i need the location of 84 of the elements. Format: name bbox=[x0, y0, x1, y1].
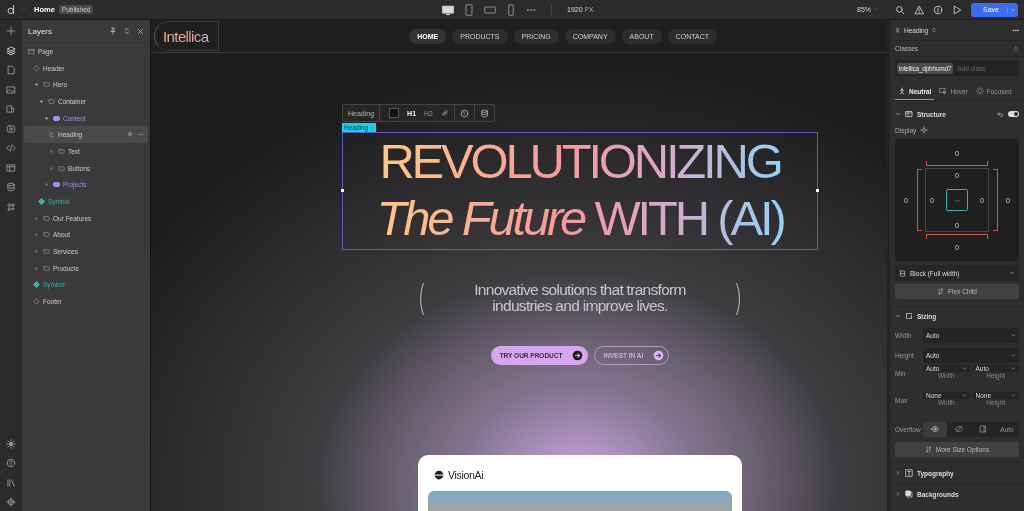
caret-icon bbox=[1011, 393, 1016, 398]
neutral-icon bbox=[898, 87, 906, 95]
info-icon[interactable] bbox=[933, 4, 944, 15]
caret-icon bbox=[1011, 352, 1016, 358]
undo-icon[interactable] bbox=[997, 110, 1004, 118]
heading-icon bbox=[48, 131, 55, 139]
margin-bracket bbox=[916, 169, 922, 231]
more-icon[interactable] bbox=[1012, 26, 1019, 34]
block-icon bbox=[899, 269, 906, 277]
resize-icon bbox=[953, 196, 961, 204]
dot-icon bbox=[127, 131, 133, 138]
arrow-circle-icon bbox=[653, 350, 665, 361]
shapes-icon[interactable] bbox=[6, 201, 16, 212]
database-icon[interactable] bbox=[480, 108, 489, 118]
panel-title: Layers bbox=[28, 26, 53, 36]
heading-icon bbox=[895, 27, 901, 33]
tablet-icon[interactable] bbox=[463, 3, 475, 16]
caret-icon bbox=[1011, 332, 1016, 338]
layout-icon[interactable] bbox=[6, 162, 16, 173]
eye-icon bbox=[931, 425, 939, 433]
bracket-text: ) bbox=[733, 278, 743, 318]
focused-icon bbox=[975, 87, 984, 95]
link-icon[interactable] bbox=[441, 109, 449, 117]
sun-icon[interactable] bbox=[6, 438, 16, 449]
layers-icon[interactable] bbox=[6, 45, 16, 56]
logo-icon[interactable] bbox=[6, 4, 17, 15]
caret-icon[interactable] bbox=[895, 313, 901, 319]
frame-icon bbox=[43, 231, 50, 239]
desktop-icon[interactable] bbox=[442, 3, 454, 16]
assets-icon[interactable] bbox=[6, 104, 16, 114]
logo-icon bbox=[434, 470, 444, 480]
caret-icon bbox=[1007, 6, 1018, 13]
caret-icon bbox=[1009, 270, 1015, 276]
color-swatch[interactable] bbox=[389, 108, 400, 118]
arrow-circle-icon bbox=[572, 350, 584, 361]
diamond-icon bbox=[33, 298, 40, 306]
diamond-icon bbox=[33, 64, 40, 72]
hover-icon bbox=[939, 87, 948, 95]
layers-icon bbox=[905, 490, 913, 498]
sizing-icon bbox=[905, 312, 913, 320]
toggle-switch[interactable] bbox=[1008, 111, 1019, 117]
code-icon[interactable] bbox=[6, 143, 16, 153]
flex-icon bbox=[924, 446, 932, 453]
overflow-option[interactable] bbox=[923, 421, 947, 437]
camera-icon[interactable] bbox=[6, 123, 16, 134]
margin-bracket bbox=[926, 161, 988, 166]
play-icon[interactable] bbox=[952, 4, 963, 15]
caret-icon bbox=[961, 366, 967, 371]
card-brand: VisionAi bbox=[448, 469, 484, 481]
clock-icon[interactable] bbox=[460, 108, 469, 118]
margin-bracket bbox=[992, 169, 998, 231]
text-icon bbox=[905, 469, 913, 477]
library-icon[interactable] bbox=[6, 477, 16, 488]
plus-icon[interactable] bbox=[6, 26, 16, 36]
margin-bracket bbox=[926, 234, 988, 239]
page-icon[interactable] bbox=[6, 65, 16, 75]
mobile-icon[interactable] bbox=[505, 3, 517, 16]
caret-icon bbox=[873, 7, 879, 12]
window-icon bbox=[28, 47, 35, 55]
image-icon[interactable] bbox=[6, 84, 16, 95]
eye-slash-icon bbox=[955, 425, 963, 433]
close-icon[interactable] bbox=[137, 27, 144, 35]
crosshair-icon[interactable] bbox=[920, 126, 929, 134]
resize-handle[interactable] bbox=[816, 189, 819, 192]
warning-icon[interactable] bbox=[914, 4, 925, 15]
database-icon[interactable] bbox=[6, 182, 16, 192]
panel-icon bbox=[979, 425, 987, 433]
bracket-text: ( bbox=[417, 278, 427, 318]
subtitle-text: Innovative solutions that transform industries and improve lives. bbox=[473, 282, 687, 314]
caret-icon[interactable] bbox=[895, 111, 901, 117]
search-icon[interactable] bbox=[895, 4, 906, 15]
frame-icon bbox=[43, 214, 50, 222]
pin-icon[interactable] bbox=[109, 27, 117, 35]
caret-icon bbox=[961, 393, 967, 398]
layout-icon bbox=[905, 110, 913, 118]
frame-icon bbox=[58, 164, 65, 172]
landscape-icon[interactable] bbox=[484, 3, 496, 16]
chevron-right-icon bbox=[369, 125, 375, 130]
frame-icon bbox=[58, 147, 65, 155]
caret-icon bbox=[1011, 366, 1016, 371]
flex-icon bbox=[937, 288, 945, 295]
settings-icon[interactable] bbox=[6, 497, 16, 507]
resize-handle[interactable] bbox=[341, 189, 344, 192]
help-icon[interactable] bbox=[6, 458, 16, 468]
